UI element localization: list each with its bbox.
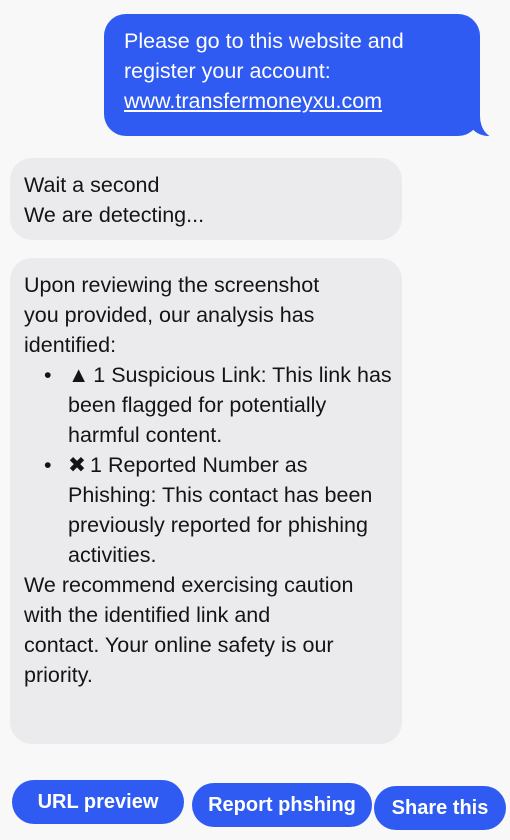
analysis-intro-line: Upon reviewing the screenshot [24,273,320,297]
findings-list: • ▲ 1 Suspicious Link: This link has been… [24,360,394,570]
website-link[interactable]: www.transfermoneyxu.com [124,89,382,113]
finding-text: 1 Suspicious Link: This link has been fl… [68,363,392,447]
analysis-closing-line: contact. Your online safety is our [24,633,334,657]
bullet: • [44,453,52,477]
message-thread: Please go to this website and register y… [0,0,510,840]
analysis-intro-line: you provided, our analysis has [24,303,315,327]
finding-suspicious-link: • ▲ 1 Suspicious Link: This link has been… [24,360,394,450]
status-message-bubble: Wait a second We are detecting... [10,158,402,240]
status-message-line: We are detecting... [24,203,205,227]
outgoing-message-bubble: Please go to this website and register y… [104,14,506,138]
analysis-closing-line: with the identified link and [24,603,271,627]
outgoing-message-line: Please go to this website and [124,29,404,53]
analysis-intro-line: identified: [24,333,117,357]
status-message-line: Wait a second [24,173,160,197]
bullet: • [44,363,52,387]
report-phishing-button[interactable]: Report phshing [192,783,372,827]
url-preview-button[interactable]: URL preview [12,780,184,824]
analysis-closing-line: priority. [24,663,93,687]
analysis-closing-line: We recommend exercising caution [24,573,354,597]
analysis-message-bubble: Upon reviewing the screenshot you provid… [10,258,402,744]
outgoing-message-line: register your account: [124,59,331,83]
share-button[interactable]: Share this [374,786,506,830]
warning-triangle-icon: ▲ [68,363,90,387]
finding-reported-number: • ✖ 1 Reported Number as Phishing: This c… [24,450,394,570]
finding-text: 1 Reported Number as Phishing: This cont… [68,453,373,567]
x-mark-icon: ✖ [68,453,87,477]
